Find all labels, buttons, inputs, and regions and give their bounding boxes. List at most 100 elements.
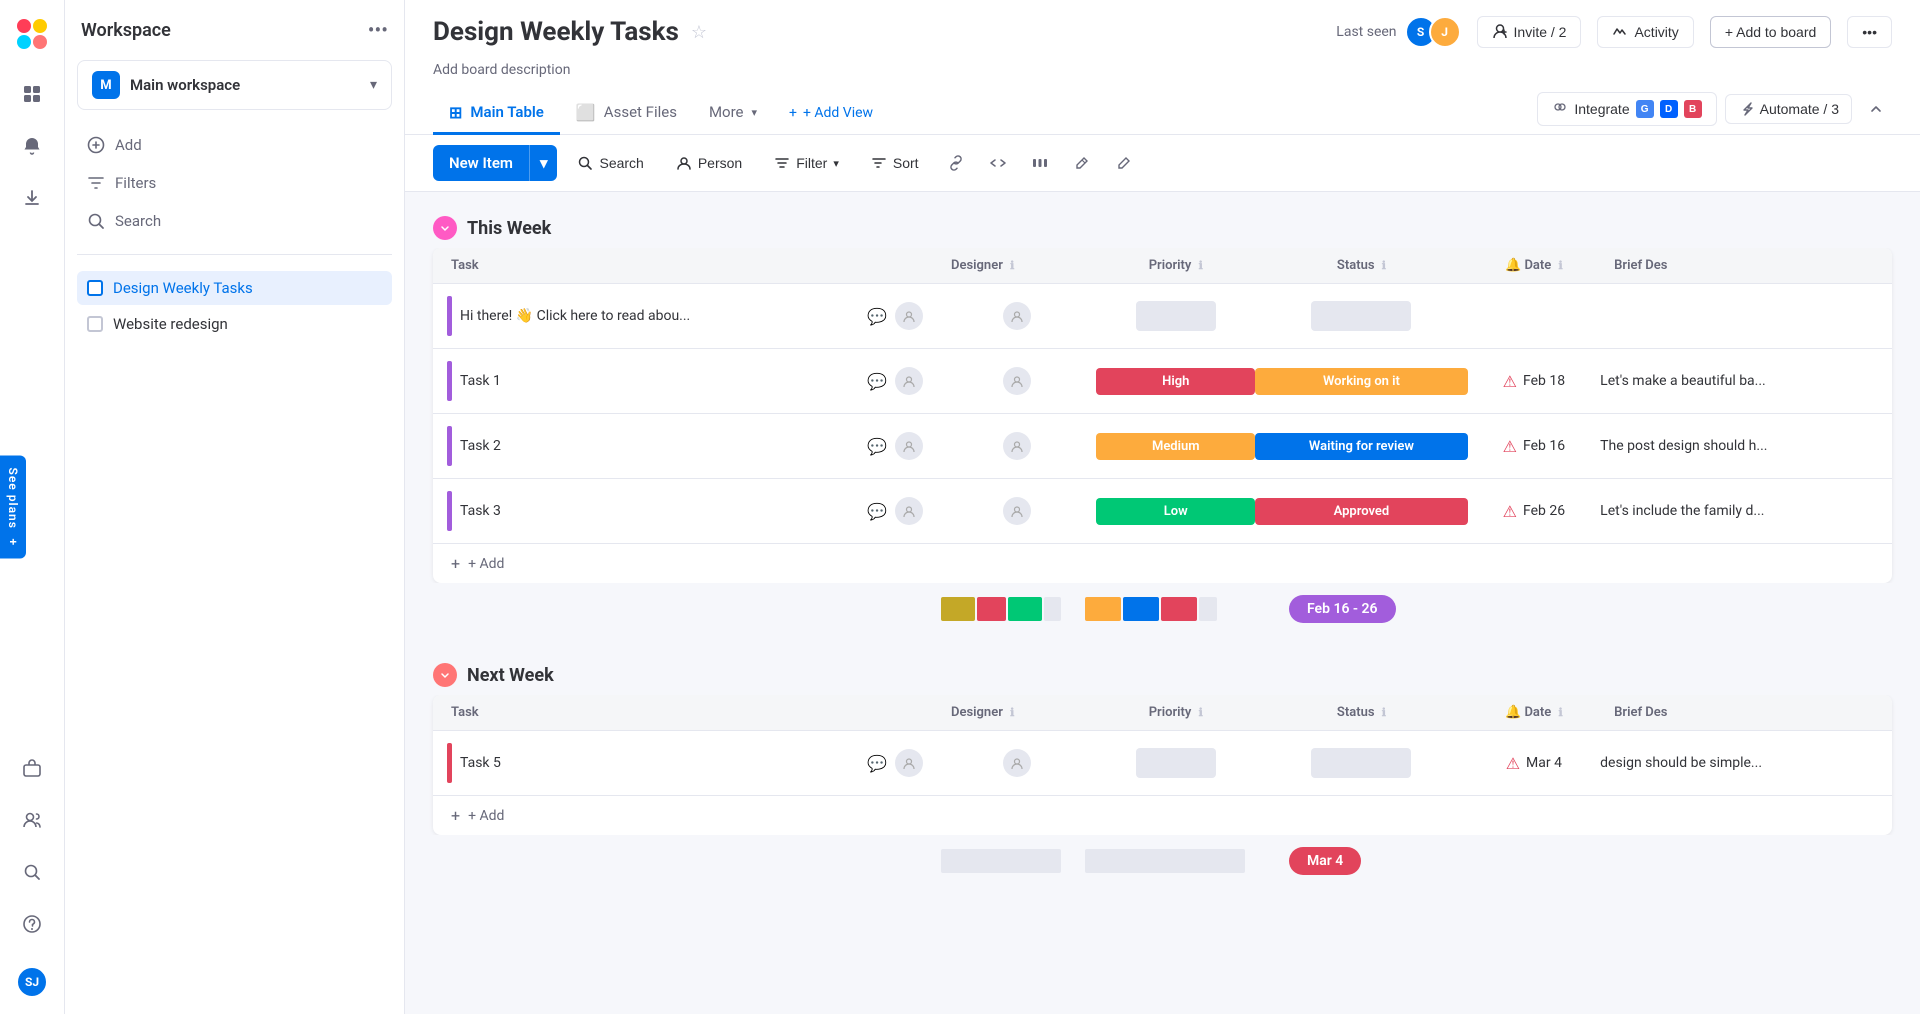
search-icon-bar[interactable] bbox=[10, 850, 54, 894]
invite-button[interactable]: Invite / 2 bbox=[1477, 16, 1582, 48]
new-item-button[interactable]: New Item ▾ bbox=[433, 145, 557, 181]
date-info-icon[interactable]: ℹ bbox=[1558, 259, 1562, 272]
status-cell-3[interactable]: Approved bbox=[1255, 479, 1467, 544]
task-cell-1: Task 1 💬 bbox=[433, 349, 937, 414]
briefcase-icon-bar[interactable] bbox=[10, 746, 54, 790]
priority-cell-2[interactable]: Medium bbox=[1096, 414, 1255, 479]
group-this-week-table: Task Designer ℹ Priority ℹ Sta bbox=[433, 248, 1892, 583]
priority-info-nw[interactable]: ℹ bbox=[1199, 706, 1203, 719]
chat-icon-2[interactable]: 💬 bbox=[867, 437, 887, 456]
add-view-plus-icon: + bbox=[789, 105, 797, 121]
assignee-icon-1[interactable] bbox=[895, 367, 923, 395]
main-area: Design Weekly Tasks ☆ Last seen S J Invi… bbox=[405, 0, 1920, 1014]
add-view-tab[interactable]: + + Add View bbox=[773, 95, 889, 131]
summary-row-this-week: Feb 16 - 26 bbox=[405, 587, 1920, 631]
workspace-selector[interactable]: M Main workspace ▾ bbox=[77, 60, 392, 110]
add-label-this-week: + Add bbox=[468, 556, 504, 572]
new-item-label[interactable]: New Item bbox=[433, 145, 529, 181]
header-more-button[interactable]: ••• bbox=[1847, 16, 1892, 48]
board-item-website-redesign[interactable]: Website redesign bbox=[77, 307, 392, 341]
priority-cell-3[interactable]: Low bbox=[1096, 479, 1255, 544]
user-avatar-bar[interactable]: SJ bbox=[16, 966, 48, 998]
assignee-icon-3[interactable] bbox=[895, 497, 923, 525]
add-to-board-button[interactable]: + Add to board bbox=[1710, 16, 1831, 48]
toolbar: New Item ▾ Search Person Filter ▾ Sort bbox=[405, 135, 1920, 192]
status-info-icon[interactable]: ℹ bbox=[1382, 259, 1386, 272]
add-row-cell-this-week[interactable]: + + Add bbox=[433, 544, 1892, 584]
users-icon-bar[interactable] bbox=[10, 798, 54, 842]
designer-avatar-intro[interactable] bbox=[1003, 302, 1031, 330]
chat-icon-3[interactable]: 💬 bbox=[867, 502, 887, 521]
chat-icon-intro[interactable]: 💬 bbox=[867, 307, 887, 326]
activity-label: Activity bbox=[1634, 24, 1678, 40]
group-next-week-collapse[interactable] bbox=[433, 663, 457, 687]
date-info-nw[interactable]: ℹ bbox=[1558, 706, 1562, 719]
tab-asset-files-label: Asset Files bbox=[604, 103, 677, 121]
assignee-icon-5[interactable] bbox=[895, 749, 923, 777]
designer-cell-3 bbox=[937, 479, 1096, 544]
edit-icon-btn[interactable] bbox=[1107, 146, 1141, 180]
automate-button[interactable]: Automate / 3 bbox=[1725, 94, 1852, 124]
star-icon[interactable]: ☆ bbox=[691, 22, 707, 43]
designer-avatar-2[interactable] bbox=[1003, 432, 1031, 460]
logo[interactable] bbox=[10, 12, 54, 56]
assignee-icon-2[interactable] bbox=[895, 432, 923, 460]
status-info-nw[interactable]: ℹ bbox=[1382, 706, 1386, 719]
sidebar-nav-search[interactable]: Search bbox=[77, 204, 392, 238]
grid-icon-bar[interactable] bbox=[10, 72, 54, 116]
assignee-icon-intro[interactable] bbox=[895, 302, 923, 330]
group-this-week-header: This Week bbox=[405, 216, 1920, 240]
filter-button[interactable]: Filter ▾ bbox=[762, 148, 851, 178]
designer-cell-5 bbox=[937, 731, 1096, 796]
tab-more[interactable]: More ▾ bbox=[693, 93, 773, 134]
columns-icon-btn[interactable] bbox=[1023, 146, 1057, 180]
sidebar-more-menu[interactable]: ••• bbox=[368, 18, 388, 42]
sort-button[interactable]: Sort bbox=[859, 148, 931, 178]
add-view-label: + Add View bbox=[803, 105, 873, 121]
see-plans-tab[interactable]: See plans + bbox=[0, 456, 26, 559]
sidebar-nav-add[interactable]: Add bbox=[77, 128, 392, 162]
priority-sum-2 bbox=[977, 597, 1006, 621]
designer-avatar-5[interactable] bbox=[1003, 749, 1031, 777]
status-cell-2[interactable]: Waiting for review bbox=[1255, 414, 1467, 479]
search-button[interactable]: Search bbox=[565, 148, 655, 178]
table-row-add-this-week[interactable]: + + Add bbox=[433, 544, 1892, 584]
board-item-design-weekly[interactable]: Design Weekly Tasks bbox=[77, 271, 392, 305]
designer-cell-2 bbox=[937, 414, 1096, 479]
add-row-cell-next-week[interactable]: + + Add bbox=[433, 796, 1892, 836]
status-cell-1[interactable]: Working on it bbox=[1255, 349, 1467, 414]
board-description[interactable]: Add board description bbox=[433, 62, 1892, 78]
activity-button[interactable]: Activity bbox=[1597, 16, 1693, 48]
th-brief: Brief Des bbox=[1600, 248, 1892, 284]
person-button[interactable]: Person bbox=[664, 148, 754, 178]
table-row-add-next-week[interactable]: + + Add bbox=[433, 796, 1892, 836]
link-icon-btn[interactable] bbox=[939, 146, 973, 180]
tab-main-table[interactable]: ⊞ Main Table bbox=[433, 93, 560, 135]
new-item-dropdown-arrow[interactable]: ▾ bbox=[529, 145, 558, 181]
designer-info-nw[interactable]: ℹ bbox=[1010, 706, 1014, 719]
integrate-button[interactable]: Integrate G D B bbox=[1537, 92, 1716, 126]
chat-icon-5[interactable]: 💬 bbox=[867, 754, 887, 773]
designer-avatar-1[interactable] bbox=[1003, 367, 1031, 395]
tab-more-label: More bbox=[709, 103, 744, 121]
sidebar-nav-filters[interactable]: Filters bbox=[77, 166, 392, 200]
designer-info-icon[interactable]: ℹ bbox=[1010, 259, 1014, 272]
chat-icon-1[interactable]: 💬 bbox=[867, 372, 887, 391]
file-icon: ⬜ bbox=[576, 103, 596, 122]
bell-icon-bar[interactable] bbox=[10, 124, 54, 168]
designer-avatar-3[interactable] bbox=[1003, 497, 1031, 525]
embed-icon-btn[interactable] bbox=[981, 146, 1015, 180]
alert-icon-3: ⚠ bbox=[1503, 502, 1517, 521]
sort-label: Sort bbox=[893, 155, 919, 171]
tab-asset-files[interactable]: ⬜ Asset Files bbox=[560, 93, 693, 135]
priority-cell-1[interactable]: High bbox=[1096, 349, 1255, 414]
status-sum-1 bbox=[1085, 597, 1121, 621]
paint-icon-btn[interactable] bbox=[1065, 146, 1099, 180]
priority-info-icon[interactable]: ℹ bbox=[1199, 259, 1203, 272]
help-icon-bar[interactable] bbox=[10, 902, 54, 946]
status-sum-3 bbox=[1161, 597, 1197, 621]
download-icon-bar[interactable] bbox=[10, 176, 54, 220]
sidebar-add-label: Add bbox=[115, 136, 142, 154]
group-this-week-collapse[interactable] bbox=[433, 216, 457, 240]
collapse-button[interactable] bbox=[1860, 93, 1892, 125]
